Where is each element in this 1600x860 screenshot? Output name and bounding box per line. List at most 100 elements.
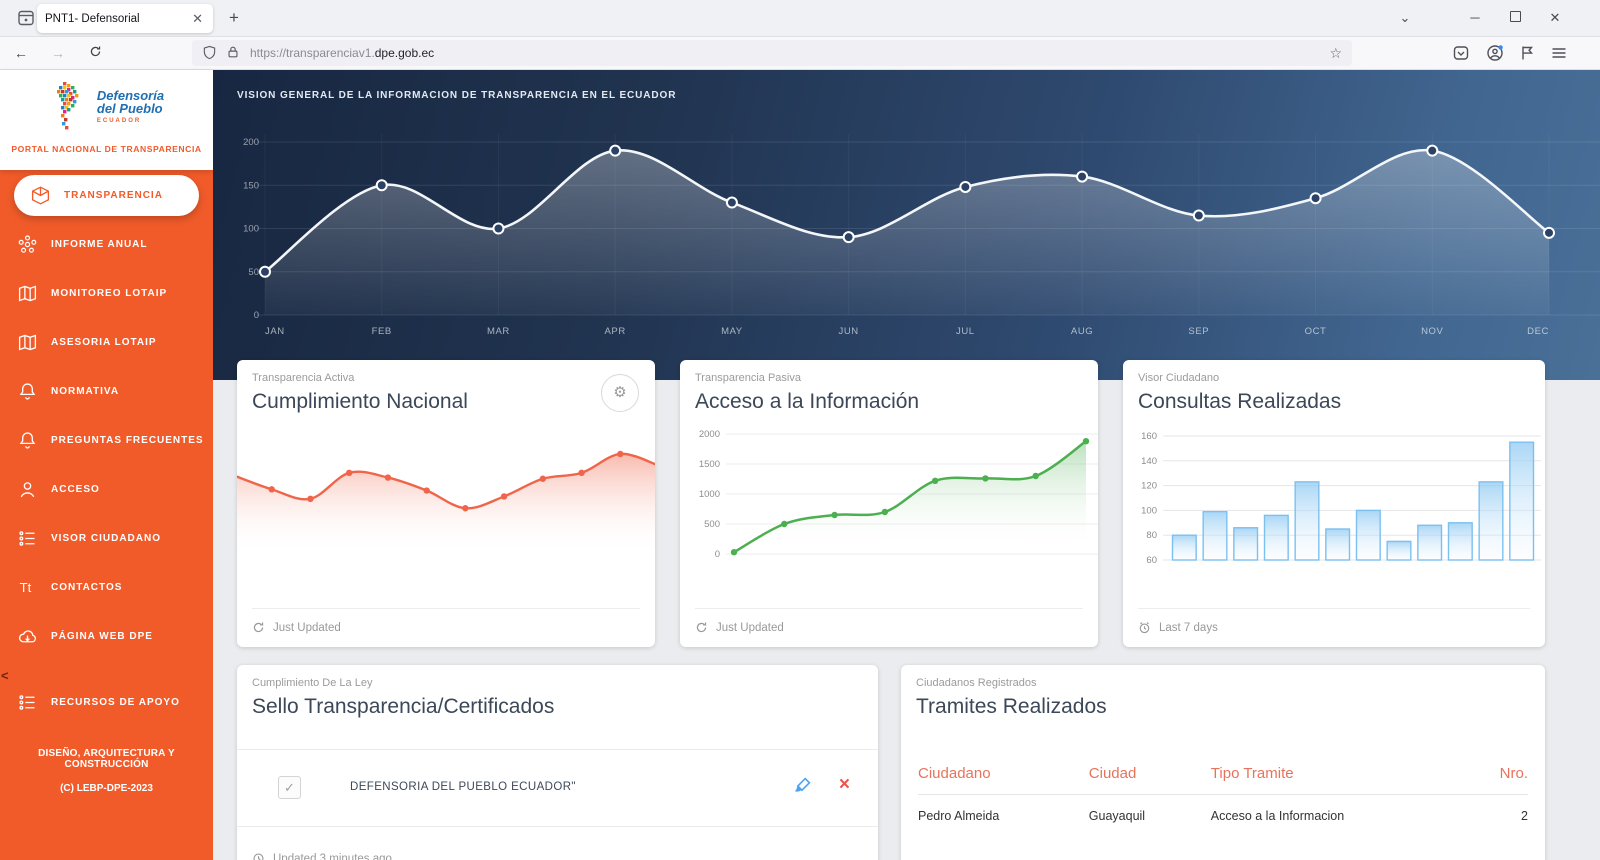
sidebar-footer: DISEÑO, ARQUITECTURA Y CONSTRUCCIÓN (C) … xyxy=(0,748,213,794)
sidebar-item-informe-anual[interactable]: INFORME ANUAL xyxy=(0,220,213,269)
sidebar-item-label: PÁGINA WEB DPE xyxy=(51,631,153,642)
cube-icon xyxy=(30,185,51,206)
table-cell: 2 xyxy=(1443,795,1528,836)
cloud-download-icon xyxy=(17,626,38,647)
browser-window: PNT1- Defensorial ✕ + ⌄ ─ ✕ ← → https://… xyxy=(0,0,1600,860)
menu-hamburger-icon[interactable] xyxy=(1550,44,1568,62)
portal-subtitle: PORTAL NACIONAL DE TRANSPARENCIA xyxy=(0,144,213,154)
acceso-chart: 2000150010005000 xyxy=(680,422,1098,582)
svg-text:120: 120 xyxy=(1141,481,1157,492)
lock-icon[interactable] xyxy=(226,45,242,61)
card-category: Visor Ciudadano xyxy=(1138,372,1219,384)
card-category: Transparencia Pasiva xyxy=(695,372,801,384)
sidebar-item-normativa[interactable]: NORMATIVA xyxy=(0,367,213,416)
dpe-logo-text: Defensoría del Pueblo ECUADOR xyxy=(97,89,164,128)
gear-icon[interactable]: ⚙ xyxy=(601,374,639,412)
close-window-button[interactable]: ✕ xyxy=(1540,6,1570,30)
sidebar-item-label: INFORME ANUAL xyxy=(51,239,148,250)
sidebar-item-acceso[interactable]: ACCESO xyxy=(0,465,213,514)
tab-list-chevron-icon[interactable]: ⌄ xyxy=(1390,6,1420,30)
sidebar-item-asesoria-lotaip[interactable]: ASESORIA LOTAIP xyxy=(0,318,213,367)
svg-text:JUN: JUN xyxy=(838,326,858,337)
firefox-view-icon[interactable] xyxy=(16,8,36,28)
refresh-icon xyxy=(695,621,709,635)
svg-text:0: 0 xyxy=(715,549,720,560)
tab-title: PNT1- Defensorial xyxy=(45,13,190,25)
network-icon xyxy=(17,234,38,255)
shield-icon[interactable] xyxy=(202,45,218,61)
text-icon: Tt xyxy=(17,577,38,598)
tab-close-icon[interactable]: ✕ xyxy=(190,11,205,27)
certificate-row: ✓ DEFENSORIA DEL PUEBLO ECUADOR" × xyxy=(237,749,878,827)
svg-text:150: 150 xyxy=(243,180,259,191)
svg-text:APR: APR xyxy=(605,326,626,337)
card-footer: Just Updated xyxy=(252,608,640,647)
svg-text:1500: 1500 xyxy=(699,459,720,470)
bookmark-star-icon[interactable]: ☆ xyxy=(1329,45,1342,62)
card-category: Ciudadanos Registrados xyxy=(916,677,1036,689)
svg-text:DEC: DEC xyxy=(1527,326,1549,337)
svg-text:500: 500 xyxy=(704,519,720,530)
sidebar-item-monitoreo-lotaip[interactable]: MONITOREO LOTAIP xyxy=(0,269,213,318)
svg-text:0: 0 xyxy=(254,310,259,321)
card-footer: Just Updated xyxy=(695,608,1083,647)
sidebar-item-preguntas-frecuentes[interactable]: PREGUNTAS FRECUENTES xyxy=(0,416,213,465)
account-icon[interactable] xyxy=(1486,44,1504,62)
card-footer: Updated 3 minutes ago xyxy=(252,825,863,860)
certificate-checkbox[interactable]: ✓ xyxy=(278,776,301,799)
sidebar-item-label: MONITOREO LOTAIP xyxy=(51,288,167,299)
map-icon xyxy=(17,283,38,304)
sidebar-item-visor-ciudadano[interactable]: VISOR CIUDADANO xyxy=(0,514,213,563)
pocket-icon[interactable] xyxy=(1452,44,1470,62)
table-cell: Pedro Almeida xyxy=(918,795,1089,836)
svg-text:FEB: FEB xyxy=(372,326,392,337)
restore-button[interactable] xyxy=(1500,6,1530,30)
card-footer: Last 7 days xyxy=(1138,608,1530,647)
sidebar-logo-block: Defensoría del Pueblo ECUADOR PORTAL NAC… xyxy=(0,70,213,170)
card-title: Consultas Realizadas xyxy=(1138,390,1341,414)
svg-text:60: 60 xyxy=(1146,555,1157,566)
svg-text:MAR: MAR xyxy=(487,326,510,337)
table-cell: Acceso a la Informacion xyxy=(1211,795,1443,836)
sidebar-item-label: TRANSPARENCIA xyxy=(64,190,163,201)
sidebar-item-label: ASESORIA LOTAIP xyxy=(51,337,157,348)
svg-text:80: 80 xyxy=(1146,530,1157,541)
forward-button[interactable]: → xyxy=(45,41,71,65)
sidebar-item-label: VISOR CIUDADANO xyxy=(51,533,161,544)
certificate-label: DEFENSORIA DEL PUEBLO ECUADOR" xyxy=(350,781,576,793)
card-category: Transparencia Activa xyxy=(252,372,354,384)
card-acceso-informacion: Transparencia Pasiva Acceso a la Informa… xyxy=(680,360,1098,647)
dashboard-content: VISION GENERAL DE LA INFORMACION DE TRAN… xyxy=(213,70,1600,860)
svg-text:100: 100 xyxy=(1141,505,1157,516)
sidebar-item-p-gina-web-dpe[interactable]: PÁGINA WEB DPE xyxy=(0,612,213,661)
tab-strip: PNT1- Defensorial ✕ + ⌄ ─ ✕ xyxy=(0,0,1600,37)
card-title: Cumplimiento Nacional xyxy=(252,390,468,414)
list-icon xyxy=(17,692,38,713)
delete-x-icon[interactable]: × xyxy=(839,774,850,796)
card-sello-transparencia: Cumplimiento De La Ley Sello Transparenc… xyxy=(237,665,878,860)
svg-text:1000: 1000 xyxy=(699,489,720,500)
table-header-tipotramite: Tipo Tramite xyxy=(1211,757,1443,795)
reload-button[interactable] xyxy=(82,41,108,65)
sidebar-menu: TRANSPARENCIA INFORME ANUAL MONITOREO LOTA… xyxy=(0,170,213,727)
back-button[interactable]: ← xyxy=(8,41,34,65)
url-bar[interactable]: https://transparenciav1.dpe.gob.ec ☆ xyxy=(192,40,1352,66)
sidebar-item-contactos[interactable]: TtCONTACTOS xyxy=(0,563,213,612)
new-tab-button[interactable]: + xyxy=(222,6,246,30)
minimize-button[interactable]: ─ xyxy=(1460,6,1490,30)
edit-brush-icon[interactable] xyxy=(792,776,812,796)
svg-text:OCT: OCT xyxy=(1305,326,1327,337)
browser-tab[interactable]: PNT1- Defensorial ✕ xyxy=(37,4,213,33)
table-row[interactable]: Pedro AlmeidaGuayaquilAcceso a la Inform… xyxy=(918,795,1528,836)
card-category: Cumplimiento De La Ley xyxy=(252,677,372,689)
svg-text:AUG: AUG xyxy=(1071,326,1093,337)
card-tramites-realizados: Ciudadanos Registrados Tramites Realizad… xyxy=(901,665,1545,860)
sidebar-collapse-handle[interactable]: < xyxy=(1,668,9,683)
sidebar-item-transparencia[interactable]: TRANSPARENCIA xyxy=(14,175,199,216)
sidebar-item-recursos-de-apoyo[interactable]: RECURSOS DE APOYO xyxy=(0,678,213,727)
extensions-icon[interactable] xyxy=(1518,44,1536,62)
svg-text:160: 160 xyxy=(1141,431,1157,442)
refresh-icon xyxy=(252,621,266,635)
person-icon xyxy=(17,479,38,500)
browser-toolbar: ← → https://transparenciav1.dpe.gob.ec ☆ xyxy=(0,37,1600,70)
